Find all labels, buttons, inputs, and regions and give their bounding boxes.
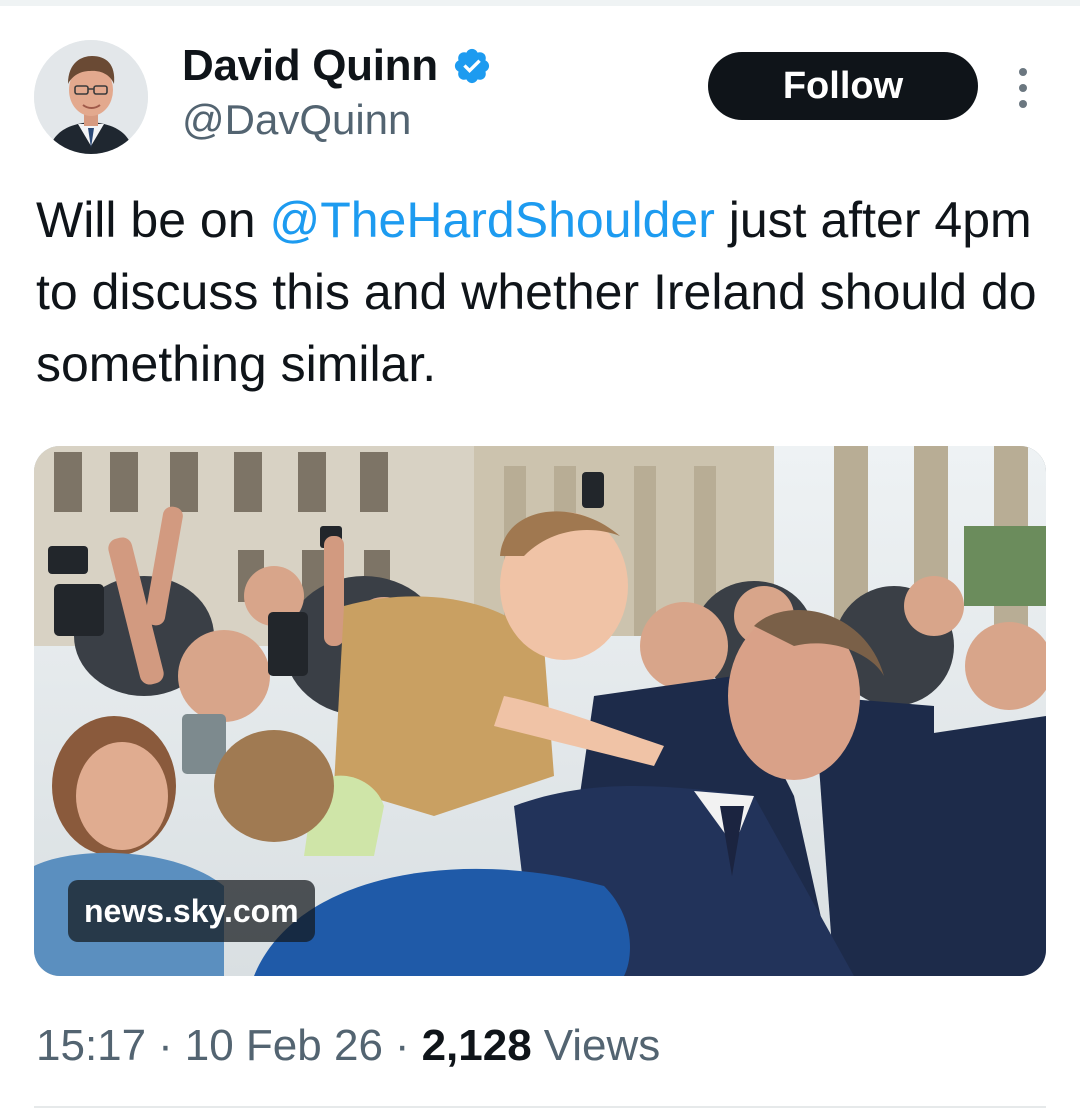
- meta-separator: ·: [158, 1021, 173, 1070]
- author-display-name[interactable]: David Quinn: [182, 41, 438, 91]
- avatar-portrait: [34, 40, 148, 154]
- bottom-divider: [34, 1106, 1046, 1108]
- tweet-meta: 15:17 · 10 Feb 26 · 2,128 Views: [36, 1018, 660, 1074]
- tweet-time[interactable]: 15:17: [36, 1021, 146, 1071]
- more-dot: [1019, 100, 1027, 108]
- views-label: Views: [543, 1021, 661, 1070]
- more-dot: [1019, 68, 1027, 76]
- meta-separator: ·: [394, 1021, 410, 1070]
- author-handle[interactable]: @DavQuinn: [182, 96, 411, 144]
- more-vertical-icon[interactable]: [1010, 62, 1036, 114]
- tweet-text: Will be on @TheHardShoulder just after 4…: [36, 184, 1046, 400]
- link-source-badge[interactable]: news.sky.com: [68, 880, 315, 942]
- mention-link[interactable]: @TheHardShoulder: [269, 192, 714, 248]
- views-count: 2,128: [421, 1021, 532, 1070]
- verified-badge-icon[interactable]: [452, 46, 492, 86]
- more-dot: [1019, 84, 1027, 92]
- avatar[interactable]: [34, 40, 148, 154]
- author-name-row[interactable]: David Quinn: [182, 40, 492, 92]
- tweet-text-part: Will be on: [36, 192, 270, 248]
- top-divider: [0, 0, 1080, 6]
- tweet-date[interactable]: 10 Feb 26: [185, 1021, 383, 1071]
- follow-button[interactable]: Follow: [708, 52, 978, 120]
